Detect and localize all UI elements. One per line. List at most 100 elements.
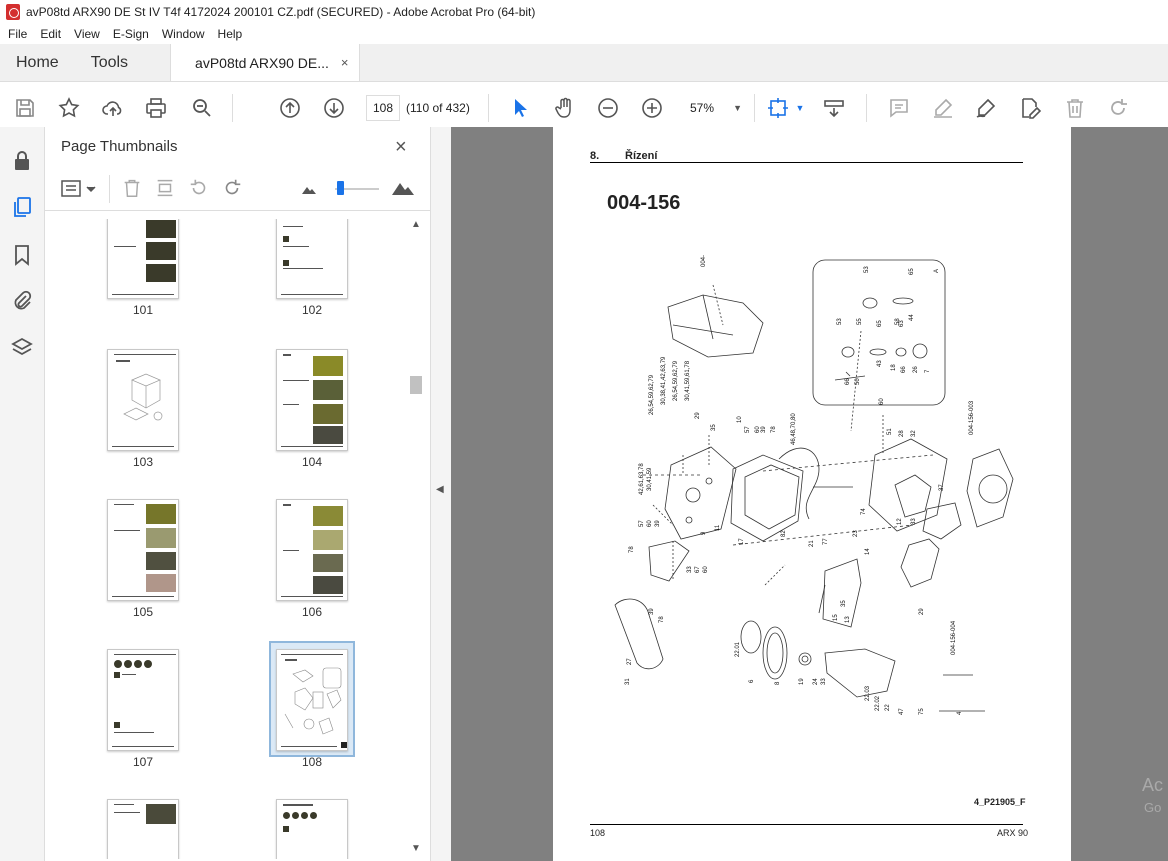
menu-window[interactable]: Window: [162, 27, 205, 41]
select-cursor-icon[interactable]: [507, 95, 533, 121]
thumbnail-list: 101 102 103 104 105 106 107 108: [59, 219, 407, 859]
part-callout: 50: [855, 378, 861, 385]
extract-pages-icon[interactable]: [154, 177, 176, 204]
part-callout: 19: [799, 678, 805, 685]
lock-icon[interactable]: [10, 149, 34, 173]
tab-document[interactable]: avP08td ARX90 DE... ×: [170, 44, 360, 81]
upload-cloud-icon[interactable]: [100, 95, 126, 121]
part-callout: 53: [864, 266, 870, 273]
zoom-in-icon[interactable]: [639, 95, 665, 121]
menu-edit[interactable]: Edit: [40, 27, 61, 41]
part-callout: 22: [885, 704, 891, 711]
part-callout: 004-151 / 008-181: [701, 255, 707, 267]
save-icon[interactable]: [12, 95, 38, 121]
toolbar-separator: [866, 94, 867, 122]
comment-icon[interactable]: [886, 95, 912, 121]
thumbnail-102[interactable]: [276, 219, 348, 299]
thumbnail-108[interactable]: [276, 649, 348, 751]
part-callout: 17: [739, 538, 745, 545]
part-callout: 55: [857, 318, 863, 325]
menu-esign[interactable]: E-Sign: [113, 27, 149, 41]
part-callout: 60: [879, 398, 885, 405]
previous-page-icon[interactable]: [277, 95, 303, 121]
document-viewer[interactable]: 8. Řízení 004-156 53 65 A 44 53 55 65 58…: [451, 127, 1168, 861]
panel-collapse-handle[interactable]: ◀: [431, 127, 451, 861]
part-callout: 57: [639, 520, 645, 527]
tab-document-label: avP08td ARX90 DE...: [195, 54, 329, 71]
part-callout: 33: [687, 566, 693, 573]
attachments-icon[interactable]: [10, 289, 34, 313]
part-callout: 57: [745, 426, 751, 433]
thumbnail-107[interactable]: [107, 649, 179, 751]
slider-handle[interactable]: [337, 181, 344, 195]
panel-close-icon[interactable]: ×: [395, 136, 407, 159]
tab-home[interactable]: Home: [0, 44, 75, 81]
part-callout: 75: [919, 708, 925, 715]
panel-separator: [109, 175, 110, 203]
sign-pen-icon[interactable]: [973, 95, 999, 121]
zoom-level-dropdown[interactable]: 57% ▼: [684, 95, 748, 121]
part-callout: 29: [919, 608, 925, 615]
scroll-mode-icon[interactable]: [821, 95, 847, 121]
thumbnail-label: 104: [301, 455, 323, 469]
footer-rule: [590, 824, 1023, 825]
edit-pdf-icon[interactable]: [1017, 95, 1043, 121]
page-number-input[interactable]: 108: [366, 95, 400, 121]
menu-file[interactable]: File: [8, 27, 27, 41]
scroll-down-icon[interactable]: ▼: [411, 843, 421, 854]
highlight-pen-icon[interactable]: [930, 95, 956, 121]
bookmarks-icon[interactable]: [10, 243, 34, 267]
chevron-down-icon[interactable]: ▼: [787, 95, 813, 121]
hand-tool-icon[interactable]: [552, 95, 578, 121]
redo-icon[interactable]: [1105, 95, 1131, 121]
rotate-right-icon[interactable]: [221, 177, 243, 204]
part-callout: 63: [899, 320, 905, 327]
menu-help[interactable]: Help: [218, 27, 243, 41]
delete-icon[interactable]: [1062, 95, 1088, 121]
layers-icon[interactable]: [10, 336, 34, 360]
rotate-left-icon[interactable]: [188, 177, 210, 204]
part-callout: 004-156-003: [969, 400, 975, 435]
next-page-icon[interactable]: [321, 95, 347, 121]
zoom-search-icon[interactable]: [189, 95, 215, 121]
part-callout: 53: [837, 318, 843, 325]
thumbnail-104[interactable]: [276, 349, 348, 451]
part-callout: 78: [659, 616, 665, 623]
toolbar-separator: [232, 94, 233, 122]
tab-tools[interactable]: Tools: [75, 44, 144, 81]
tab-close-icon[interactable]: ×: [341, 55, 349, 70]
delete-page-icon[interactable]: [121, 177, 143, 204]
part-callout: 60: [647, 520, 653, 527]
part-callout: 39: [649, 608, 655, 615]
page-thumbnails-panel: Page Thumbnails × 101 102 103 104 105 10…: [45, 127, 431, 861]
part-callout: 21: [809, 540, 815, 547]
page-footer-model: ARX 90: [997, 828, 1029, 838]
print-icon[interactable]: [143, 95, 169, 121]
thumbnail-label: 107: [132, 755, 154, 769]
scrollbar-thumb[interactable]: [410, 376, 422, 394]
thumbnail-101[interactable]: [107, 219, 179, 299]
drawing-reference: 4_P21905_F: [974, 797, 1026, 807]
menu-bar: File Edit View E-Sign Window Help: [0, 24, 1168, 44]
thumbnail-103[interactable]: [107, 349, 179, 451]
part-callout: 13: [845, 616, 851, 623]
thumbnail-scrollbar[interactable]: ▲ ▼: [409, 219, 423, 859]
menu-view[interactable]: View: [74, 27, 100, 41]
part-callout: 004-156-004: [951, 620, 957, 655]
thumbnail-106[interactable]: [276, 499, 348, 601]
part-callout: 26: [913, 366, 919, 373]
thumbnail-110[interactable]: [276, 799, 348, 859]
zoom-out-icon[interactable]: [595, 95, 621, 121]
options-menu-icon[interactable]: [61, 179, 97, 204]
scroll-up-icon[interactable]: ▲: [411, 219, 421, 230]
bookmark-star-icon[interactable]: [56, 95, 82, 121]
part-callout: 77: [823, 538, 829, 545]
chevron-down-icon: ▼: [733, 103, 742, 113]
small-mountain-icon[interactable]: [301, 181, 317, 200]
thumbnail-label: 102: [301, 303, 323, 317]
large-mountain-icon[interactable]: [391, 177, 415, 202]
page-thumbnails-icon[interactable]: [10, 195, 34, 219]
window-title: avP08td ARX90 DE St IV T4f 4172024 20010…: [26, 5, 536, 19]
thumbnail-105[interactable]: [107, 499, 179, 601]
thumbnail-109[interactable]: [107, 799, 179, 859]
